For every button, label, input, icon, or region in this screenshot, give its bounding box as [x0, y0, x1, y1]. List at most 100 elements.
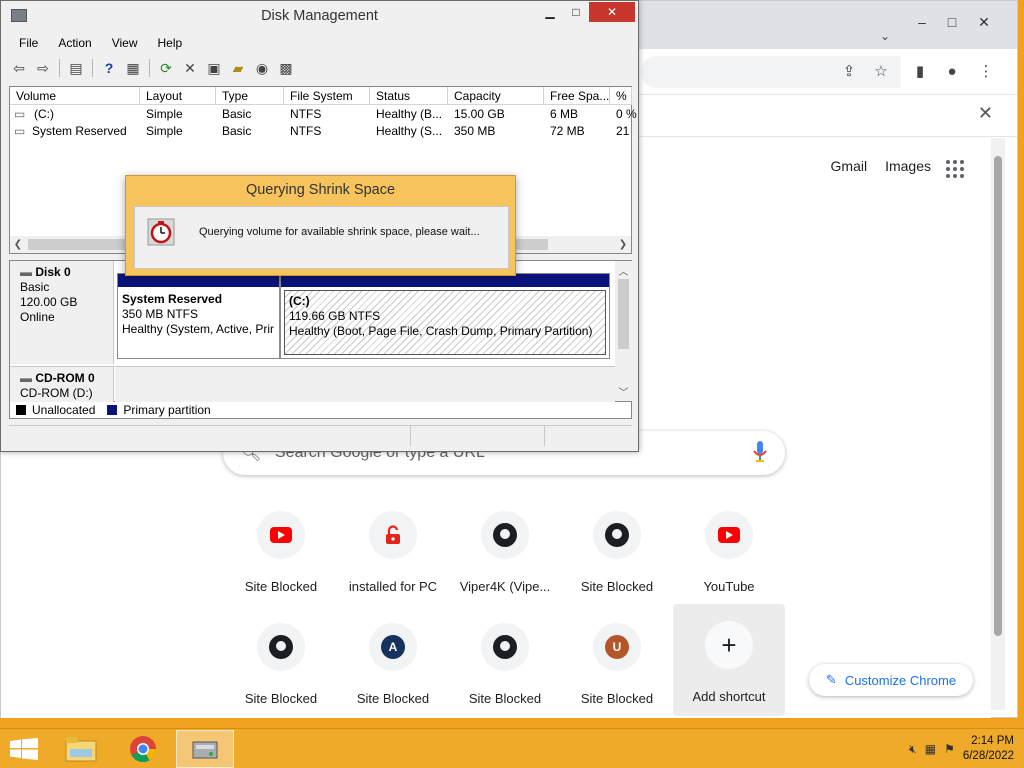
network-icon[interactable]: ▦ [925, 742, 936, 756]
scrollbar-thumb[interactable] [994, 156, 1002, 636]
column-header-free-space[interactable]: Free Spa... [544, 87, 610, 105]
shortcut-label: Site Blocked [244, 691, 318, 706]
shortcut-tile[interactable]: Site Blocked [449, 606, 561, 718]
chrome-close-button[interactable]: ✕ [967, 9, 1001, 35]
disk0-label[interactable]: ▬ Disk 0 Basic 120.00 GB Online [10, 261, 114, 364]
menu-bar: File Action View Help [9, 34, 192, 52]
shortcut-tile[interactable]: U Site Blocked [561, 606, 673, 718]
menu-view[interactable]: View [102, 34, 148, 52]
scroll-up-icon[interactable]: ︿ [615, 263, 632, 278]
shortcut-tile[interactable]: A Site Blocked [337, 606, 449, 718]
close-button[interactable]: ✕ [589, 2, 635, 22]
images-link[interactable]: Images [885, 158, 931, 174]
shortcut-tile[interactable]: Site Blocked [225, 606, 337, 718]
infobar-close-icon[interactable]: ✕ [978, 103, 993, 124]
plus-icon: + [721, 630, 737, 660]
clock[interactable]: 2:14 PM 6/28/2022 [963, 734, 1014, 764]
dm-toolbar: ⇦ ⇨ ▤ ? ▦ ⟳ ✕ ▣ ▰ ◉ ▩ [9, 56, 296, 80]
show-hide-tree-icon[interactable]: ▤ [66, 58, 86, 78]
shortcut-label: Site Blocked [244, 579, 318, 594]
chrome-minimize-button[interactable]: – [905, 9, 939, 35]
google-apps-icon[interactable] [946, 160, 964, 178]
action-center-icon[interactable]: ⚑ [944, 742, 955, 756]
chrome-taskbar-button[interactable] [114, 730, 172, 768]
shortcut-tile[interactable]: YouTube [673, 494, 785, 606]
kebab-menu-icon[interactable]: ⋮ [973, 59, 999, 85]
delete-icon[interactable]: ✕ [180, 58, 200, 78]
refresh-icon[interactable]: ⟳ [156, 58, 176, 78]
check-disk-icon[interactable]: ▣ [204, 58, 224, 78]
ntp-top-links: Gmail Images [831, 158, 931, 174]
menu-action[interactable]: Action [48, 34, 101, 52]
shortcut-label: Viper4K (Vipe... [459, 579, 551, 594]
youtube-icon [270, 527, 292, 543]
shortcut-tile[interactable]: Site Blocked [561, 494, 673, 606]
column-header-status[interactable]: Status [370, 87, 448, 105]
github-icon [493, 635, 517, 659]
maximize-button[interactable]: □ [563, 2, 589, 22]
disk-management-taskbar-button[interactable] [176, 730, 234, 768]
help-icon[interactable]: ? [99, 58, 119, 78]
search-disk-icon[interactable]: ◉ [252, 58, 272, 78]
table-row[interactable]: ▭ System Reserved Simple Basic NTFS Heal… [10, 123, 631, 140]
shortcut-label: YouTube [703, 579, 755, 594]
side-panel-icon[interactable]: ▮ [907, 59, 933, 85]
menu-file[interactable]: File [9, 34, 48, 52]
share-icon[interactable]: ⇪ [836, 59, 862, 85]
shortcut-tile[interactable]: Viper4K (Vipe... [449, 494, 561, 606]
scroll-right-icon[interactable]: ❯ [615, 236, 631, 253]
dm-titlebar: Disk Management ▁ □ ✕ [1, 1, 638, 32]
scrollbar-thumb[interactable] [618, 279, 629, 349]
scroll-left-icon[interactable]: ❮ [10, 236, 26, 253]
unallocated-swatch [16, 405, 26, 415]
page-scrollbar[interactable] [991, 138, 1005, 710]
cdrom0-label[interactable]: ▬ CD-ROM 0 CD-ROM (D:) [10, 366, 114, 402]
column-header-type[interactable]: Type [216, 87, 284, 105]
open-folder-icon[interactable]: ▰ [228, 58, 248, 78]
customize-chrome-button[interactable]: ✎ Customize Chrome [809, 664, 973, 696]
add-shortcut-tile[interactable]: + Add shortcut [673, 604, 785, 716]
column-header-pct-free[interactable]: % F [610, 87, 632, 105]
shortcut-label: Site Blocked [580, 691, 654, 706]
properties-icon[interactable]: ▦ [123, 58, 143, 78]
scroll-down-icon[interactable]: ﹀ [615, 384, 632, 399]
menu-help[interactable]: Help [148, 34, 193, 52]
column-header-volume[interactable]: Volume [10, 87, 140, 105]
shortcut-tile[interactable]: installed for PC [337, 494, 449, 606]
shortcut-label: Add shortcut [692, 689, 766, 704]
partition-c[interactable]: (C:) 119.66 GB NTFS Healthy (Boot, Page … [280, 273, 610, 359]
microphone-icon[interactable] [753, 441, 767, 463]
partition-system-reserved[interactable]: System Reserved 350 MB NTFS Healthy (Sys… [117, 273, 280, 359]
column-header-capacity[interactable]: Capacity [448, 87, 544, 105]
column-header-layout[interactable]: Layout [140, 87, 216, 105]
profile-avatar-icon[interactable]: ● [939, 59, 965, 85]
github-icon [269, 635, 293, 659]
clock-time: 2:14 PM [971, 735, 1014, 747]
settings-disk-icon[interactable]: ▩ [276, 58, 296, 78]
letter-u-icon: U [605, 635, 629, 659]
shortcut-tile[interactable]: Site Blocked [225, 494, 337, 606]
back-arrow-icon[interactable]: ⇦ [9, 58, 29, 78]
file-explorer-taskbar-button[interactable] [52, 730, 110, 768]
volume-muted-icon[interactable]: 🔇︎ [909, 742, 917, 757]
legend-unallocated: Unallocated [32, 403, 96, 417]
gmail-link[interactable]: Gmail [831, 158, 868, 174]
volume-drive-icon: ▭ [14, 107, 26, 121]
dialog-title: Querying Shrink Space [245, 182, 396, 198]
bookmark-star-icon[interactable]: ☆ [868, 59, 894, 85]
disk-graphical-view: ▬ Disk 0 Basic 120.00 GB Online System R… [9, 260, 632, 402]
youtube-icon [718, 527, 740, 543]
windows-start-icon[interactable] [10, 738, 38, 760]
shortcut-label: Site Blocked [580, 579, 654, 594]
disk-view-scrollbar[interactable]: ︿ ﹀ [615, 261, 632, 401]
column-header-filesystem[interactable]: File System [284, 87, 370, 105]
querying-shrink-space-dialog: Querying Shrink Space Querying volume fo… [125, 175, 516, 276]
chrome-maximize-button[interactable]: □ [935, 9, 969, 35]
customize-chrome-label: Customize Chrome [844, 672, 957, 688]
tab-search-chevron-icon[interactable]: ⌄ [871, 25, 899, 47]
table-row[interactable]: ▭ (C:) Simple Basic NTFS Healthy (B... 1… [10, 106, 637, 123]
minimize-button[interactable]: ▁ [537, 2, 563, 22]
dialog-message: Querying volume for available shrink spa… [199, 226, 480, 238]
forward-arrow-icon[interactable]: ⇨ [33, 58, 53, 78]
address-bar[interactable] [641, 56, 901, 88]
